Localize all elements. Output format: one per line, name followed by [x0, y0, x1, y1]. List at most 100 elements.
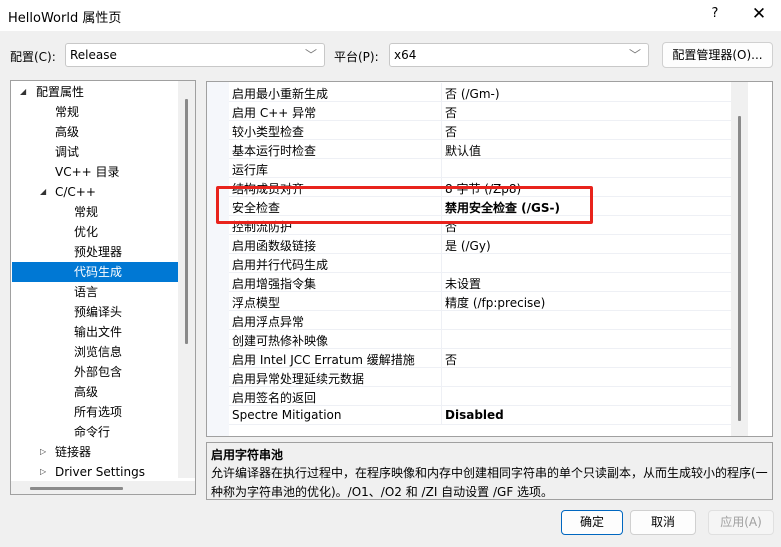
- tree-item[interactable]: 代码生成: [12, 262, 178, 282]
- tree-item[interactable]: 命令行: [12, 422, 178, 442]
- property-value[interactable]: 8 字节 (/Zp8): [445, 180, 521, 197]
- collapsed-arrow-icon[interactable]: ▷: [40, 442, 46, 462]
- tree-item-label: 浏览信息: [74, 345, 123, 359]
- tree-item[interactable]: VC++ 目录: [12, 162, 178, 182]
- property-value[interactable]: 是 (/Gy): [445, 237, 491, 254]
- property-row[interactable]: Spectre Mitigation Disabled: [229, 406, 731, 425]
- property-row[interactable]: 启用异常处理延续元数据: [229, 368, 731, 387]
- chevron-down-icon: ﹀: [304, 48, 317, 62]
- property-row[interactable]: 启用 C++ 异常 否: [229, 102, 731, 121]
- property-name: 启用增强指令集: [232, 277, 317, 291]
- close-icon[interactable]: ✕: [752, 4, 766, 24]
- property-grid[interactable]: 启用最小重新生成否 (/Gm-) 启用 C++ 异常否较小类型检查否基本运行时检查…: [206, 81, 773, 437]
- tree-item[interactable]: 输出文件: [12, 322, 178, 342]
- tree-item[interactable]: 外部包含: [12, 362, 178, 382]
- grid-vertical-scrollbar[interactable]: [731, 82, 748, 436]
- property-value[interactable]: 精度 (/fp:precise): [445, 294, 545, 311]
- property-value[interactable]: 未设置: [445, 275, 481, 292]
- column-divider: [441, 330, 442, 349]
- property-row[interactable]: 安全检查 禁用安全检查 (/GS-): [229, 197, 731, 216]
- tree-horizontal-scrollbar[interactable]: [11, 481, 195, 494]
- tree-item[interactable]: 优化: [12, 222, 178, 242]
- column-divider: [441, 292, 442, 311]
- column-divider: [441, 83, 442, 102]
- tree-item[interactable]: 预处理器: [12, 242, 178, 262]
- property-name: 安全检查: [232, 201, 281, 215]
- tree-item-label: 所有选项: [74, 405, 123, 419]
- tree-item[interactable]: 高级: [12, 122, 178, 142]
- grid-vertical-scroll-thumb[interactable]: [738, 116, 741, 421]
- tree-item[interactable]: ▷ 链接器: [12, 442, 178, 462]
- property-name: 较小类型检查: [232, 125, 305, 139]
- property-row[interactable]: 较小类型检查 否: [229, 121, 731, 140]
- tree-item[interactable]: 预编译头: [12, 302, 178, 322]
- tree-item[interactable]: ▷ Driver Settings: [12, 462, 178, 482]
- property-value[interactable]: Disabled: [445, 408, 504, 422]
- cancel-button[interactable]: 取消: [630, 510, 696, 535]
- column-divider: [441, 140, 442, 159]
- help-button[interactable]: ?: [704, 6, 726, 26]
- tree-item-label: 高级: [55, 125, 80, 139]
- platform-dropdown[interactable]: x64 ﹀: [389, 43, 649, 67]
- property-name: Spectre Mitigation: [232, 408, 342, 422]
- tree-item-label: 高级: [74, 385, 99, 399]
- property-row[interactable]: 结构成员对齐 8 字节 (/Zp8): [229, 178, 731, 197]
- property-value[interactable]: 否: [445, 104, 457, 121]
- property-value[interactable]: 否: [445, 123, 457, 140]
- expanded-arrow-icon[interactable]: ◢: [20, 82, 26, 102]
- tree-item-label: Driver Settings: [55, 465, 145, 479]
- close-button[interactable]: ✕: [746, 4, 772, 26]
- property-value[interactable]: 否: [445, 218, 457, 235]
- property-name: 启用最小重新生成: [232, 87, 329, 101]
- property-value[interactable]: 否: [445, 351, 457, 368]
- property-row[interactable]: 启用最小重新生成 否 (/Gm-): [229, 83, 731, 102]
- property-row[interactable]: 启用增强指令集 未设置: [229, 273, 731, 292]
- column-divider: [441, 216, 442, 235]
- tree-item[interactable]: 所有选项: [12, 402, 178, 422]
- property-value[interactable]: 禁用安全检查 (/GS-): [445, 199, 560, 216]
- tree-item-label: 调试: [55, 145, 80, 159]
- property-value[interactable]: 否 (/Gm-): [445, 85, 500, 102]
- tree-item[interactable]: 常规: [12, 202, 178, 222]
- property-row[interactable]: 基本运行时检查 默认值: [229, 140, 731, 159]
- config-dropdown[interactable]: Release ﹀: [65, 43, 325, 67]
- property-row[interactable]: 创建可热修补映像: [229, 330, 731, 349]
- tree-items: ◢ 配置属性 常规 高级 调试 VC++ 目录 ◢ C/C++ 常规 优化 预处理器 代码生成 语言 预编…: [11, 81, 178, 481]
- tree-item[interactable]: 浏览信息: [12, 342, 178, 362]
- expanded-arrow-icon[interactable]: ◢: [40, 182, 46, 202]
- tree-item-label: 命令行: [74, 425, 111, 439]
- tree-item[interactable]: 调试: [12, 142, 178, 162]
- property-row[interactable]: 启用浮点异常: [229, 311, 731, 330]
- property-name: 启用签名的返回: [232, 391, 317, 405]
- config-manager-button[interactable]: 配置管理器(O)...: [662, 42, 773, 68]
- property-row[interactable]: 运行库: [229, 159, 731, 178]
- column-divider: [441, 159, 442, 178]
- column-divider: [441, 254, 442, 273]
- collapsed-arrow-icon[interactable]: ▷: [40, 462, 46, 482]
- tree-vertical-scrollbar[interactable]: [178, 81, 195, 478]
- tree-item-label: 代码生成: [74, 265, 123, 279]
- tree-item[interactable]: ◢ 配置属性: [12, 82, 178, 102]
- tree-item[interactable]: ◢ C/C++: [12, 182, 178, 202]
- property-row[interactable]: 启用函数级链接 是 (/Gy): [229, 235, 731, 254]
- property-row[interactable]: 浮点模型 精度 (/fp:precise): [229, 292, 731, 311]
- apply-button[interactable]: 应用(A): [708, 510, 774, 535]
- property-row[interactable]: 控制流防护 否: [229, 216, 731, 235]
- tree-item[interactable]: 高级: [12, 382, 178, 402]
- property-name: 启用浮点异常: [232, 315, 305, 329]
- tree-horizontal-scroll-thumb[interactable]: [30, 487, 123, 490]
- ok-button[interactable]: 确定: [561, 510, 623, 535]
- property-row[interactable]: 启用 Intel JCC Erratum 缓解措施 否: [229, 349, 731, 368]
- platform-label: 平台(P):: [334, 50, 379, 64]
- property-tree[interactable]: ◢ 配置属性 常规 高级 调试 VC++ 目录 ◢ C/C++ 常规 优化 预处理器 代码生成 语言 预编…: [10, 80, 196, 495]
- column-divider: [441, 121, 442, 140]
- property-row[interactable]: 启用并行代码生成: [229, 254, 731, 273]
- tree-item[interactable]: 语言: [12, 282, 178, 302]
- property-value[interactable]: 默认值: [445, 142, 481, 159]
- chevron-down-icon: ﹀: [628, 48, 641, 62]
- property-row[interactable]: 启用签名的返回: [229, 387, 731, 406]
- config-label: 配置(C):: [10, 50, 56, 64]
- tree-vertical-scroll-thumb[interactable]: [185, 99, 188, 344]
- property-name: 结构成员对齐: [232, 182, 305, 196]
- tree-item[interactable]: 常规: [12, 102, 178, 122]
